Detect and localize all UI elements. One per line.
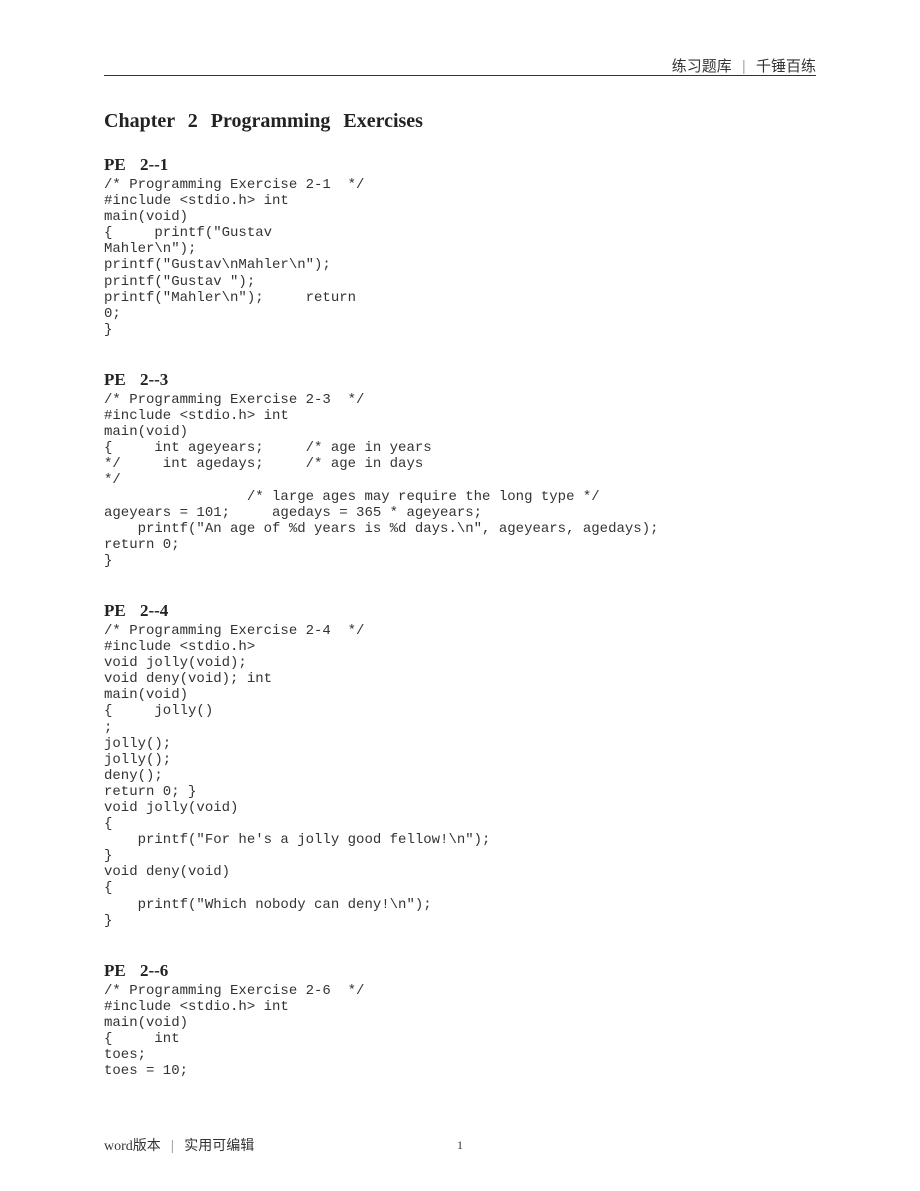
code-block-4: /* Programming Exercise 2-6 */ #include … <box>104 983 816 1080</box>
section-title-4: PE 2-‐6 <box>104 961 816 981</box>
header-divider: | <box>742 58 746 75</box>
page-header: 练习题库 | 千锤百练 <box>672 55 816 76</box>
chapter-title: Chapter 2 Programming Exercises <box>104 110 816 133</box>
footer-editable: 实用可编辑 <box>184 1137 254 1153</box>
document-content: Chapter 2 Programming Exercises PE 2-‐1 … <box>104 110 816 1111</box>
header-left-text: 练习题库 <box>672 58 732 75</box>
footer-word: word <box>104 1139 133 1154</box>
header-rule <box>104 75 816 76</box>
code-block-3: /* Programming Exercise 2-4 */ #include … <box>104 623 816 929</box>
code-block-1: /* Programming Exercise 2-1 */ #include … <box>104 177 816 338</box>
footer-divider: | <box>171 1137 175 1153</box>
section-title-1: PE 2-‐1 <box>104 155 816 175</box>
footer-version: 版本 <box>133 1137 161 1153</box>
header-right-text: 千锤百练 <box>756 58 816 75</box>
code-block-2: /* Programming Exercise 2-3 */ #include … <box>104 392 816 569</box>
page-number: 1 <box>457 1138 463 1153</box>
page-footer: word版本 | 实用可编辑 <box>104 1135 254 1155</box>
section-title-2: PE 2-‐3 <box>104 370 816 390</box>
section-title-3: PE 2-‐4 <box>104 601 816 621</box>
